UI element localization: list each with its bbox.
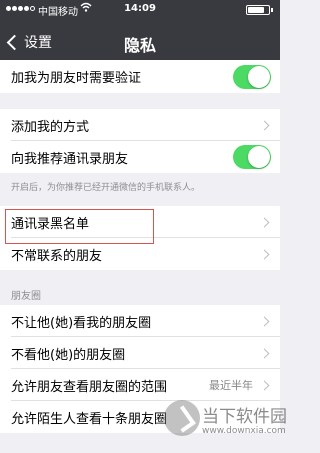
- battery-icon: [246, 5, 274, 15]
- row-label: 向我推荐通讯录朋友: [11, 151, 129, 167]
- row-label: 不常联系的朋友: [11, 248, 103, 264]
- status-bar: 中国移动 14:09: [0, 0, 280, 20]
- chevron-right-icon: [259, 380, 270, 390]
- page-title: 隐私: [123, 36, 156, 55]
- row-label: 允许朋友查看朋友圈的范围: [11, 379, 168, 395]
- highlight-frame: [5, 209, 154, 244]
- row-label: 不让他(她)看我的朋友圈: [11, 315, 152, 331]
- chevron-right-icon: [259, 217, 270, 227]
- chevron-right-icon: [259, 249, 270, 259]
- section-header-moments: 朋友圈: [11, 291, 41, 302]
- toggle-knob: [248, 146, 270, 168]
- watermark-title: 当下软件园: [202, 407, 287, 427]
- row-hide-my-moments[interactable]: 不让他(她)看我的朋友圈: [0, 305, 280, 337]
- row-recommend-contacts: 向我推荐通讯录朋友: [0, 141, 280, 173]
- watermark-url: www.downxia.com: [202, 426, 286, 436]
- status-time: 14:09: [124, 3, 156, 14]
- watermark: 当下软件园 www.downxia.com: [160, 396, 287, 453]
- row-label: 加我为朋友时需要验证: [11, 71, 142, 86]
- recommend-contacts-toggle[interactable]: [233, 145, 271, 169]
- row-label: 添加我的方式: [11, 119, 90, 135]
- chevron-right-icon: [259, 316, 270, 326]
- recommend-contacts-footnote: 开启后，为你推荐已经开通微信的手机联系人。: [11, 183, 201, 193]
- watermark-logo-icon: [164, 400, 200, 436]
- top-bar: 中国移动 14:09 设置 隐私: [0, 0, 280, 64]
- row-value: 最近半年: [209, 379, 253, 392]
- chevron-right-icon: [259, 120, 270, 130]
- navigation-bar: 设置 隐私: [0, 20, 280, 64]
- chevron-right-icon: [259, 348, 270, 358]
- toggle-knob: [248, 65, 270, 88]
- row-verify-add-friend: 加我为朋友时需要验证: [0, 60, 280, 93]
- row-add-me-methods[interactable]: 添加我的方式: [0, 109, 280, 141]
- row-label: 不看他(她)的朋友圈: [11, 347, 126, 363]
- row-dont-see-their-moments[interactable]: 不看他(她)的朋友圈: [0, 337, 280, 369]
- verify-add-friend-toggle[interactable]: [233, 64, 271, 89]
